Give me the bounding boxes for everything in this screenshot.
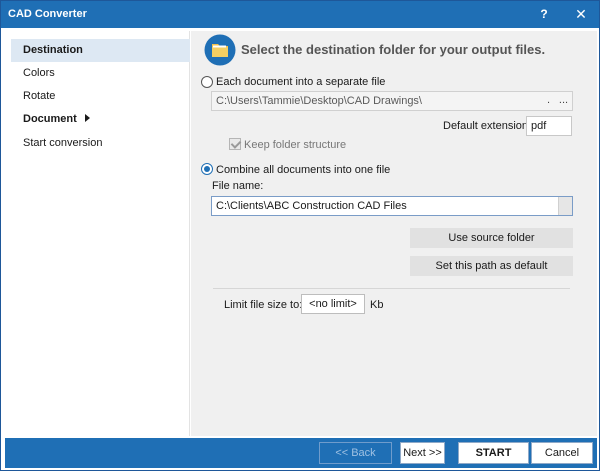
separate-file-radio[interactable] — [201, 76, 213, 88]
cad-converter-window: CAD Converter ? ✕ Destination Colors Rot… — [0, 0, 600, 471]
start-button[interactable]: START — [458, 442, 529, 464]
sidebar-item-document[interactable]: Document — [11, 108, 190, 131]
next-button[interactable]: Next >> — [400, 442, 445, 464]
divider — [213, 288, 570, 289]
help-button[interactable]: ? — [529, 1, 559, 28]
use-source-folder-button[interactable]: Use source folder — [410, 228, 573, 248]
window-title: CAD Converter — [8, 8, 87, 20]
file-name-input[interactable]: C:\Clients\ABC Construction CAD Files — [211, 196, 573, 216]
sidebar-item-rotate[interactable]: Rotate — [11, 85, 190, 108]
keep-folder-structure-checkbox[interactable] — [229, 138, 241, 150]
close-button[interactable]: ✕ — [566, 1, 596, 28]
limit-size-unit: Kb — [370, 299, 384, 311]
file-name-label: File name: — [212, 180, 264, 192]
set-default-path-button[interactable]: Set this path as default — [410, 256, 573, 276]
sidebar-item-label: Document — [23, 113, 77, 125]
title-bar: CAD Converter ? ✕ — [1, 1, 599, 28]
sidebar: Destination Colors Rotate Document Start… — [5, 31, 190, 436]
sidebar-item-destination[interactable]: Destination — [11, 39, 190, 62]
sidebar-item-label: Start conversion — [23, 137, 103, 149]
folder-icon — [204, 34, 236, 66]
keep-folder-structure-label: Keep folder structure — [244, 139, 347, 151]
sidebar-item-label: Rotate — [23, 90, 56, 102]
separate-path-value: C:\Users\Tammie\Desktop\CAD Drawings\ — [216, 95, 422, 107]
wizard-footer: << Back Next >> START Cancel — [5, 438, 597, 468]
limit-size-label: Limit file size to: — [224, 299, 303, 311]
sidebar-item-colors[interactable]: Colors — [11, 62, 190, 85]
default-extension-label: Default extension: — [443, 120, 532, 132]
cancel-button[interactable]: Cancel — [531, 442, 593, 464]
expand-arrow-icon — [84, 114, 90, 123]
limit-size-input[interactable]: <no limit> — [301, 294, 365, 314]
default-extension-value: pdf — [531, 120, 547, 132]
combine-file-label: Combine all documents into one file — [216, 164, 391, 176]
browse-dot-button[interactable]: . — [542, 92, 555, 110]
separate-file-label: Each document into a separate file — [216, 76, 386, 88]
combine-file-radio[interactable] — [201, 163, 213, 175]
sidebar-item-label: Colors — [23, 67, 55, 79]
file-browse-button[interactable] — [558, 197, 572, 215]
back-button[interactable]: << Back — [319, 442, 392, 464]
separate-path-field[interactable]: C:\Users\Tammie\Desktop\CAD Drawings\ . … — [211, 91, 573, 111]
default-extension-field[interactable]: pdf — [526, 116, 572, 136]
sidebar-item-start-conversion[interactable]: Start conversion — [11, 132, 190, 155]
browse-button[interactable]: ... — [557, 92, 570, 110]
page-heading: Select the destination folder for your o… — [241, 42, 546, 57]
file-name-value: C:\Clients\ABC Construction CAD Files — [216, 200, 407, 212]
sidebar-item-label: Destination — [23, 44, 83, 56]
destination-panel: Select the destination folder for your o… — [191, 31, 597, 436]
